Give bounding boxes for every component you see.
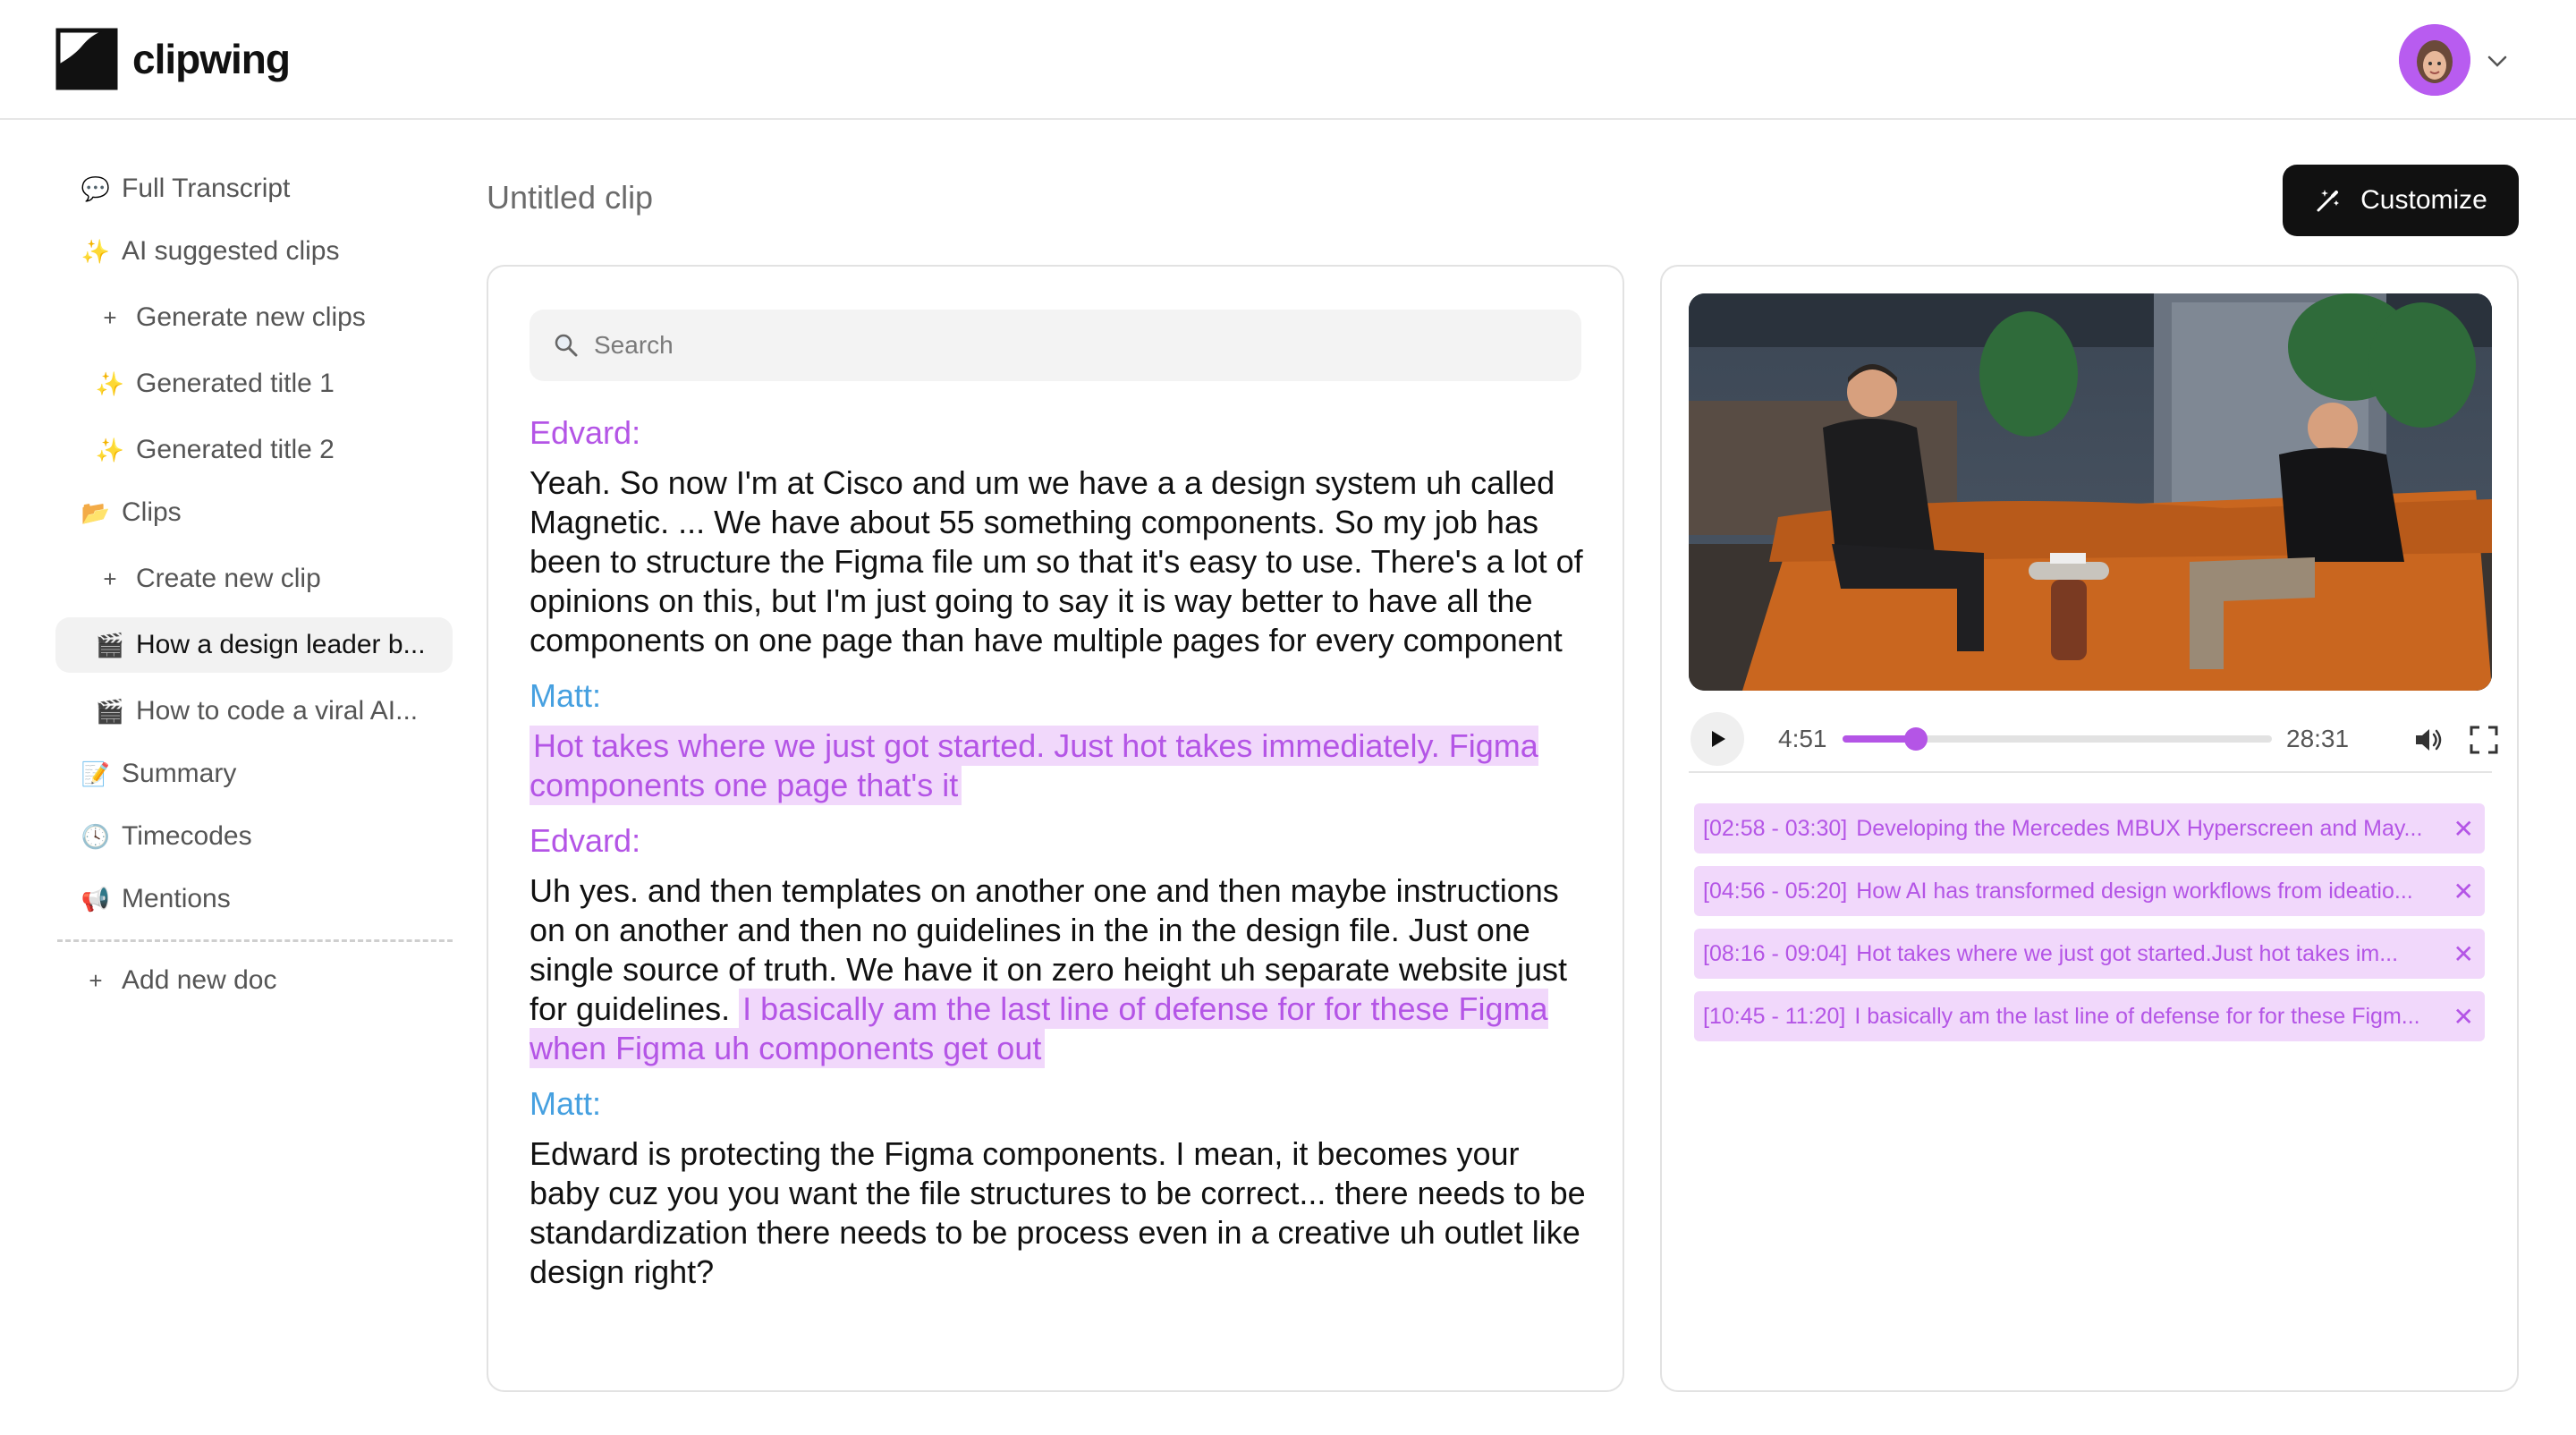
- sparkles-icon: ✨: [80, 237, 111, 265]
- clapperboard-icon: 🎬: [95, 697, 125, 725]
- sparkles-icon: ✨: [95, 369, 125, 397]
- transcript-text: Edward is protecting the Figma component…: [530, 1135, 1586, 1290]
- logo[interactable]: clipwing: [55, 28, 291, 90]
- clock-icon: 🕓: [80, 822, 111, 850]
- customize-label: Customize: [2360, 185, 2487, 215]
- clip-list: [02:58 - 03:30] Developing the Mercedes …: [1694, 803, 2485, 1054]
- chevron-down-icon[interactable]: [2485, 48, 2510, 73]
- seek-handle[interactable]: [1903, 727, 1928, 751]
- close-icon[interactable]: ✕: [2453, 1002, 2474, 1032]
- customize-button[interactable]: Customize: [2283, 165, 2519, 236]
- clip-timecode: [02:58 - 03:30]: [1703, 815, 1848, 841]
- search-input[interactable]: [592, 330, 1562, 361]
- clip-timecode: [04:56 - 05:20]: [1703, 878, 1848, 904]
- transcript-paragraph[interactable]: Uh yes. and then templates on another on…: [530, 871, 1590, 1068]
- folder-icon: 📂: [80, 498, 111, 526]
- transcript-paragraph[interactable]: Yeah. So now I'm at Cisco and um we have…: [530, 463, 1590, 660]
- close-icon[interactable]: ✕: [2453, 877, 2474, 906]
- clip-timecode: [10:45 - 11:20]: [1703, 1003, 1846, 1029]
- plus-icon: +: [103, 304, 117, 331]
- sidebar-item-full-transcript[interactable]: 💬 Full Transcript: [55, 161, 453, 217]
- close-icon[interactable]: ✕: [2453, 814, 2474, 844]
- speech-bubble-icon: 💬: [80, 174, 111, 202]
- video-panel: 4:51 28:31 [02:58 - 03:30] Developing th…: [1660, 265, 2519, 1392]
- speaker-name: Edvard:: [530, 822, 641, 859]
- transcript-panel: Edvard: Yeah. So now I'm at Cisco and um…: [487, 265, 1624, 1392]
- search-icon: [555, 334, 578, 357]
- sidebar-item-label: Clips: [122, 497, 182, 527]
- sidebar-item-label: Timecodes: [122, 821, 252, 851]
- sidebar-item-clips[interactable]: 📂 Clips: [55, 485, 453, 540]
- video-frame: [1689, 293, 2492, 691]
- sidebar-item-summary[interactable]: 📝 Summary: [55, 746, 453, 802]
- speaker-name: Matt:: [530, 677, 602, 714]
- sidebar-item-label: Create new clip: [136, 564, 321, 593]
- speaker-name: Edvard:: [530, 414, 641, 451]
- memo-icon: 📝: [80, 760, 111, 787]
- avatar[interactable]: [2399, 24, 2470, 96]
- player-controls: 4:51 28:31: [1689, 709, 2498, 773]
- sidebar-item-label: Generate new clips: [136, 302, 366, 332]
- clip-chip[interactable]: [08:16 - 09:04] Hot takes where we just …: [1694, 929, 2485, 979]
- highlighted-clip-text[interactable]: Hot takes where we just got started. Jus…: [530, 726, 1538, 805]
- clip-title: Developing the Mercedes MBUX Hyperscreen…: [1856, 815, 2423, 841]
- clip-timecode: [08:16 - 09:04]: [1703, 940, 1848, 966]
- transcript-paragraph[interactable]: Hot takes where we just got started. Jus…: [530, 726, 1590, 805]
- volume-icon[interactable]: [2411, 723, 2445, 757]
- sidebar-item-label: How a design leader b...: [136, 630, 426, 659]
- sidebar-item-label: How to code a viral AI...: [136, 696, 419, 726]
- sidebar-item-generate-new-clips[interactable]: + Generate new clips: [55, 290, 453, 345]
- seek-bar[interactable]: [1843, 727, 2272, 751]
- top-bar: clipwing: [0, 0, 2576, 120]
- sidebar-item-label: Full Transcript: [122, 174, 291, 203]
- transcript-text: Yeah. So now I'm at Cisco and um we have…: [530, 464, 1583, 658]
- clip-title: How AI has transformed design workflows …: [1856, 878, 2413, 904]
- sidebar-item-label: Mentions: [122, 884, 231, 913]
- duration: 28:31: [2286, 725, 2350, 752]
- play-button[interactable]: [1690, 712, 1744, 766]
- avatar-image: [2399, 24, 2470, 96]
- search-bar[interactable]: [530, 310, 1581, 381]
- page-title[interactable]: Untitled clip: [487, 179, 653, 217]
- fullscreen-icon[interactable]: [2469, 725, 2499, 755]
- app-name: clipwing: [132, 36, 291, 82]
- clapperboard-icon: 🎬: [95, 631, 125, 658]
- clip-title: I basically am the last line of defense …: [1854, 1003, 2420, 1029]
- sidebar-item-mentions[interactable]: 📢 Mentions: [55, 871, 453, 927]
- play-icon: [1712, 731, 1725, 747]
- sidebar-item-label: Summary: [122, 759, 237, 788]
- speaker-name: Matt:: [530, 1085, 602, 1122]
- clip-title: Hot takes where we just got started.Just…: [1856, 940, 2399, 966]
- transcript-paragraph[interactable]: Edward is protecting the Figma component…: [530, 1134, 1590, 1292]
- plus-icon: +: [89, 967, 103, 994]
- sidebar-item-label: Generated title 1: [136, 369, 335, 398]
- sidebar-item-label: Generated title 2: [136, 435, 335, 464]
- add-new-doc-label: Add new doc: [122, 965, 277, 995]
- clip-chip[interactable]: [04:56 - 05:20] How AI has transformed d…: [1694, 866, 2485, 916]
- clip-chip[interactable]: [10:45 - 11:20] I basically am the last …: [1694, 991, 2485, 1041]
- sidebar-item-timecodes[interactable]: 🕓 Timecodes: [55, 809, 453, 864]
- megaphone-icon: 📢: [80, 885, 111, 913]
- sidebar-divider: [57, 939, 453, 942]
- sidebar-item-label: AI suggested clips: [122, 236, 340, 266]
- sidebar-item-generated-title-2[interactable]: ✨ Generated title 2: [55, 422, 453, 478]
- sidebar-item-generated-title-1[interactable]: ✨ Generated title 1: [55, 356, 453, 412]
- sidebar-item-clip-viral-ai[interactable]: 🎬 How to code a viral AI...: [55, 684, 453, 739]
- logo-icon: [55, 28, 118, 90]
- current-time: 4:51: [1778, 725, 1827, 752]
- sidebar-item-create-new-clip[interactable]: + Create new clip: [55, 551, 453, 607]
- sidebar-item-ai-suggested-clips[interactable]: ✨ AI suggested clips: [55, 224, 453, 279]
- close-icon[interactable]: ✕: [2453, 939, 2474, 969]
- sparkles-icon: ✨: [95, 436, 125, 463]
- sidebar: 💬 Full Transcript ✨ AI suggested clips +…: [55, 161, 453, 1008]
- transcript-body: Edvard: Yeah. So now I'm at Cisco and um…: [530, 413, 1590, 1308]
- plus-icon: +: [103, 565, 117, 592]
- sidebar-item-clip-design-leader[interactable]: 🎬 How a design leader b...: [55, 617, 453, 673]
- magic-wand-icon: [2317, 190, 2340, 212]
- add-new-doc-button[interactable]: + Add new doc: [55, 953, 453, 1008]
- clip-chip[interactable]: [02:58 - 03:30] Developing the Mercedes …: [1694, 803, 2485, 853]
- video-player[interactable]: [1689, 293, 2492, 691]
